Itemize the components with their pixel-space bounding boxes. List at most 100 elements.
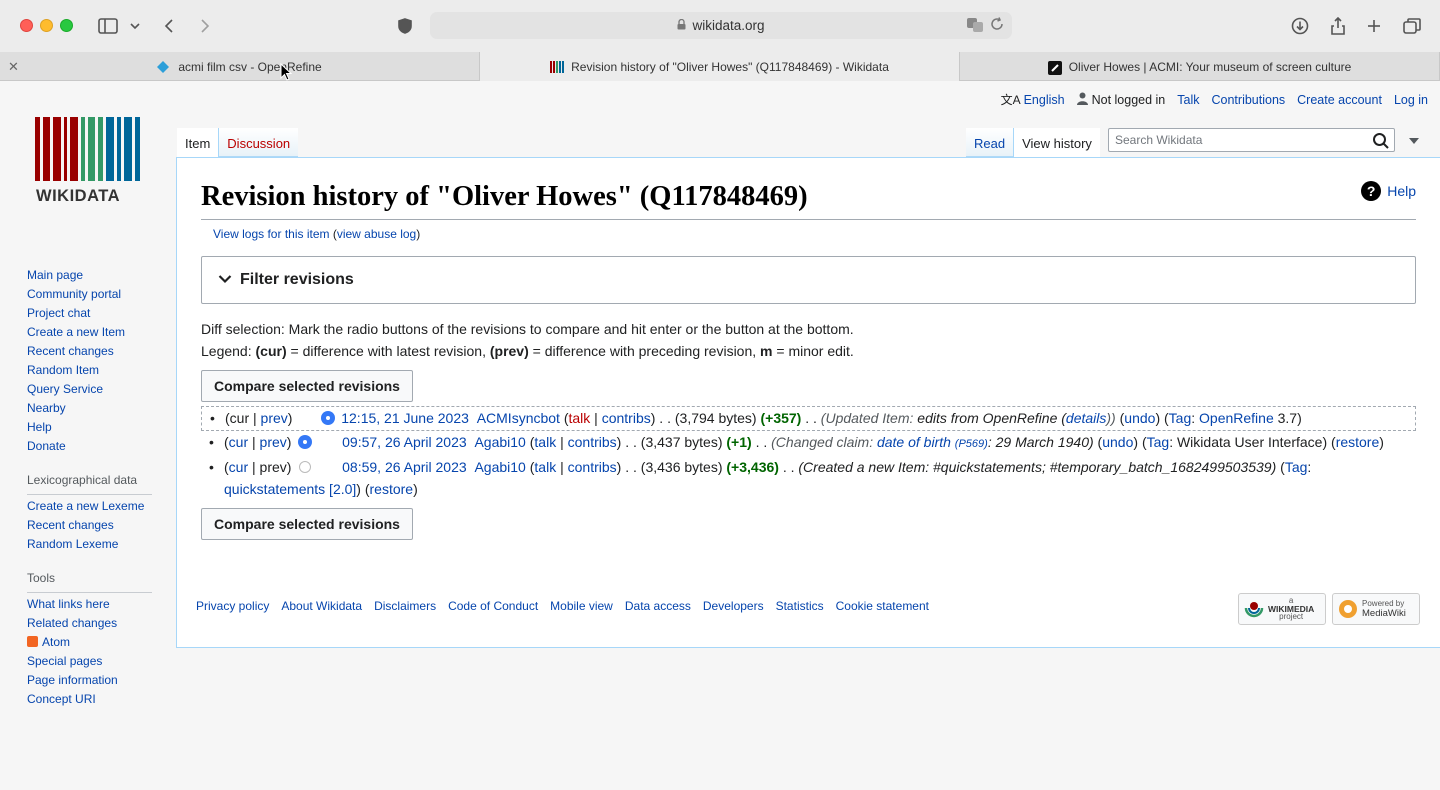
tab-acmi[interactable]: Oliver Howes | ACMI: Your museum of scre…	[960, 52, 1440, 81]
search-input[interactable]: Search Wikidata	[1108, 128, 1395, 152]
tab-item[interactable]: Item	[177, 128, 219, 157]
sidebar-item-related-changes[interactable]: Related changes	[27, 616, 117, 630]
search-icon[interactable]	[1372, 132, 1390, 153]
wikimedia-project-badge[interactable]: a WIKIMEDIA project	[1238, 593, 1326, 625]
tag-link[interactable]: Tag	[1285, 459, 1308, 475]
property-id-link[interactable]: (P569)	[955, 438, 988, 450]
cur-link[interactable]: cur	[229, 434, 248, 450]
view-logs-link[interactable]: View logs for this item	[213, 227, 330, 241]
sidebar-item-help[interactable]: Help	[27, 420, 52, 434]
sidebar-item-donate[interactable]: Donate	[27, 439, 66, 453]
sidebar-item-special-pages[interactable]: Special pages	[27, 654, 102, 668]
minimize-window-button[interactable]	[40, 19, 53, 32]
footer-data-access[interactable]: Data access	[625, 599, 691, 613]
new-tab-icon[interactable]	[1364, 14, 1384, 38]
revision-date-link[interactable]: 09:57, 26 April 2023	[342, 434, 467, 450]
sidebar-item-random-lexeme[interactable]: Random Lexeme	[27, 537, 118, 551]
undo-link[interactable]: undo	[1124, 410, 1155, 426]
forward-arrow-icon[interactable]	[196, 14, 214, 38]
sidebar-toggle-icon[interactable]	[96, 14, 120, 38]
older-radio[interactable]	[299, 461, 312, 473]
wikidata-logo[interactable]	[35, 117, 141, 184]
user-talk-link[interactable]: talk	[534, 434, 556, 450]
sidebar-item-nearby[interactable]: Nearby	[27, 401, 66, 415]
compare-revisions-button[interactable]: Compare selected revisions	[201, 370, 413, 402]
undo-link[interactable]: undo	[1102, 434, 1133, 450]
downloads-icon[interactable]	[1290, 14, 1310, 38]
sidebar-item-recent-changes[interactable]: Recent changes	[27, 344, 114, 358]
address-bar[interactable]: wikidata.org	[430, 12, 1012, 39]
restore-link[interactable]: restore	[370, 481, 414, 497]
prev-link[interactable]: prev	[261, 410, 288, 426]
more-dropdown-icon[interactable]	[1408, 133, 1420, 148]
tab-wikidata[interactable]: Revision history of "Oliver Howes" (Q117…	[480, 52, 960, 81]
footer-disclaimers[interactable]: Disclaimers	[374, 599, 436, 613]
back-arrow-icon[interactable]	[160, 14, 178, 38]
talk-link[interactable]: Talk	[1177, 93, 1199, 107]
help-link[interactable]: ? Help	[1361, 181, 1416, 201]
sidebar-item-create-lexeme[interactable]: Create a new Lexeme	[27, 499, 144, 513]
footer-privacy-policy[interactable]: Privacy policy	[196, 599, 269, 613]
tag-value-link[interactable]: OpenRefine	[1199, 410, 1274, 426]
user-contribs-link[interactable]: contribs	[568, 434, 617, 450]
contributions-link[interactable]: Contributions	[1212, 93, 1286, 107]
tab-read[interactable]: Read	[966, 128, 1014, 157]
tag-link[interactable]: Tag	[1169, 410, 1192, 426]
tag-link[interactable]: Tag	[1147, 434, 1170, 450]
prev-link[interactable]: prev	[260, 434, 287, 450]
sidebar-item-community-portal[interactable]: Community portal	[27, 287, 121, 301]
sidebar-item-atom[interactable]: Atom	[42, 635, 70, 649]
sidebar-item-random-item[interactable]: Random Item	[27, 363, 99, 377]
property-link[interactable]: date of birth	[877, 434, 951, 450]
login-link[interactable]: Log in	[1394, 93, 1428, 107]
zoom-window-button[interactable]	[60, 19, 73, 32]
revision-date-link[interactable]: 08:59, 26 April 2023	[342, 459, 467, 475]
details-link[interactable]: details	[1066, 410, 1106, 426]
sidebar-item-query-service[interactable]: Query Service	[27, 382, 103, 396]
newer-radio[interactable]	[322, 412, 335, 424]
view-abuse-log-link[interactable]: view abuse log	[337, 227, 416, 241]
filter-revisions-toggle[interactable]: Filter revisions	[201, 256, 1416, 304]
user-link[interactable]: Agabi10	[474, 434, 525, 450]
chevron-down-icon[interactable]	[128, 14, 142, 38]
user-contribs-link[interactable]: contribs	[602, 410, 651, 426]
user-talk-link[interactable]: talk	[534, 459, 556, 475]
tab-view-history[interactable]: View history	[1013, 128, 1100, 157]
privacy-shield-icon[interactable]	[396, 14, 414, 38]
restore-link[interactable]: restore	[1336, 434, 1380, 450]
compare-revisions-button-bottom[interactable]: Compare selected revisions	[201, 508, 413, 540]
sidebar-item-create-item[interactable]: Create a new Item	[27, 325, 125, 339]
tab-discussion[interactable]: Discussion	[218, 128, 299, 157]
sidebar-item-page-information[interactable]: Page information	[27, 673, 118, 687]
reload-icon[interactable]	[990, 17, 1004, 36]
revision-date-link[interactable]: 12:15, 21 June 2023	[341, 410, 469, 426]
older-radio[interactable]	[299, 436, 312, 448]
footer-code-of-conduct[interactable]: Code of Conduct	[448, 599, 538, 613]
footer-cookie-statement[interactable]: Cookie statement	[836, 599, 929, 613]
powered-by-mediawiki-badge[interactable]: Powered by MediaWiki	[1332, 593, 1420, 625]
sidebar-item-main-page[interactable]: Main page	[27, 268, 83, 282]
sidebar-item-concept-uri[interactable]: Concept URI	[27, 692, 96, 706]
footer-about[interactable]: About Wikidata	[281, 599, 362, 613]
create-account-link[interactable]: Create account	[1297, 93, 1382, 107]
footer-statistics[interactable]: Statistics	[776, 599, 824, 613]
user-link[interactable]: ACMIsyncbot	[477, 410, 560, 426]
sidebar-item-what-links-here[interactable]: What links here	[27, 597, 110, 611]
close-window-button[interactable]	[20, 19, 33, 32]
footer-mobile-view[interactable]: Mobile view	[550, 599, 613, 613]
user-link[interactable]: Agabi10	[474, 459, 525, 475]
tag-value-link[interactable]: quickstatements [2.0]	[224, 481, 356, 497]
user-talk-link[interactable]: talk	[569, 410, 591, 426]
tab-openrefine[interactable]: acmi film csv - OpenRefine	[0, 52, 480, 81]
tab-label: Oliver Howes | ACMI: Your museum of scre…	[1068, 59, 1352, 74]
sidebar-item-lex-recent-changes[interactable]: Recent changes	[27, 518, 114, 532]
tab-overview-icon[interactable]	[1401, 14, 1423, 38]
cur-link[interactable]: cur	[229, 459, 248, 475]
revision-size: (3,436 bytes)	[640, 459, 723, 475]
share-icon[interactable]	[1328, 14, 1348, 38]
user-contribs-link[interactable]: contribs	[568, 459, 617, 475]
translate-icon[interactable]	[966, 17, 984, 36]
footer-developers[interactable]: Developers	[703, 599, 764, 613]
language-selector[interactable]: 文A English	[1001, 91, 1065, 108]
sidebar-item-project-chat[interactable]: Project chat	[27, 306, 90, 320]
